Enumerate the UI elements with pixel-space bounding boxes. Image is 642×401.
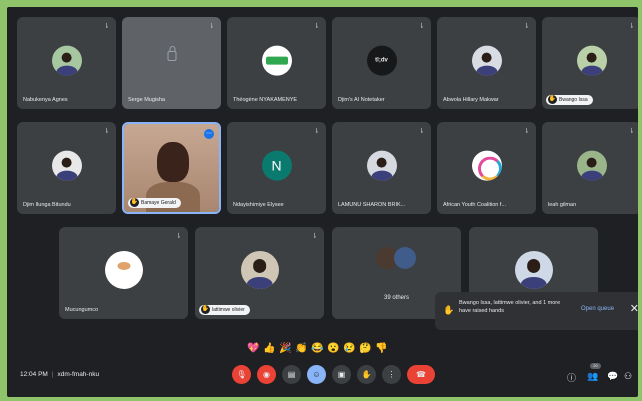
- microphone-toggle-icon[interactable]: 🎙: [232, 365, 251, 384]
- participant-name: Serge Mugisha: [128, 97, 165, 103]
- raised-hand-name-pill: ✋ Bamaye Gerald: [128, 198, 181, 208]
- mic-icon: ⇂: [175, 233, 182, 240]
- speaking-indicator-icon: ⋯: [204, 129, 214, 139]
- participant-tile-video[interactable]: ⋯ ✋ Bamaye Gerald: [122, 122, 221, 214]
- avatar: [240, 250, 279, 289]
- participant-name: LAMUNU SHARON BRIK...: [338, 202, 406, 208]
- meet-window: ⇂ Nabukenya Agnes ⇂ Serge Mugisha ⇂ Théo…: [7, 7, 638, 397]
- reaction-surprised-icon[interactable]: 😮: [327, 343, 339, 355]
- meeting-time: 12:04 PM: [20, 371, 48, 378]
- reaction-clap-icon[interactable]: 👏: [295, 343, 307, 355]
- lock-icon: [167, 45, 176, 61]
- participant-count-badge: 20: [590, 363, 601, 369]
- avatar: [51, 150, 82, 181]
- avatar: [471, 150, 502, 181]
- avatar: [104, 250, 143, 289]
- raised-hand-icon: ✋: [201, 305, 210, 314]
- participant-tile[interactable]: ⇂ leah gilman: [542, 122, 638, 214]
- avatar: [576, 45, 607, 76]
- participant-tile[interactable]: ⇂ Serge Mugisha: [122, 17, 221, 109]
- activities-icon[interactable]: ⚇: [624, 371, 632, 382]
- mic-icon: ⇂: [313, 128, 320, 135]
- mic-icon: ⇂: [103, 128, 110, 135]
- avatar: [51, 45, 82, 76]
- raised-hand-name-pill: ✋ lattimwe olivier: [199, 305, 250, 315]
- avatar: [261, 45, 292, 76]
- emoji-icon[interactable]: ☺: [307, 365, 326, 384]
- reaction-heart-icon[interactable]: 💖: [247, 343, 259, 355]
- mic-icon: ⇂: [313, 23, 320, 30]
- participant-name: Mucungumco: [65, 307, 99, 313]
- mic-icon: ⇂: [628, 128, 635, 135]
- reactions-bar: 💖 👍 🎉 👏 😂 😮 😢 🤔 👎: [247, 343, 387, 355]
- avatar: [514, 250, 553, 289]
- leave-call-icon[interactable]: ☎: [407, 365, 435, 384]
- participant-tile[interactable]: ⇂ ✋ Bwango Issa: [542, 17, 638, 109]
- mic-icon: ⇂: [628, 23, 635, 30]
- participant-tile[interactable]: ⇂ Djim Ilunga Bitundu: [17, 122, 116, 214]
- people-icon[interactable]: 👥: [587, 371, 598, 382]
- participant-tile[interactable]: ⇂ LAMUNU SHARON BRIK...: [332, 122, 431, 214]
- captions-icon[interactable]: ▤: [282, 365, 301, 384]
- raise-hand-icon[interactable]: ✋: [357, 365, 376, 384]
- mic-icon: ⇂: [208, 23, 215, 30]
- raised-hand-icon: ✋: [130, 198, 139, 207]
- notetaker-logo: tl;dv: [366, 45, 397, 76]
- raised-hands-notification: ✋ Bwango Issa, lattimwe olivier, and 1 m…: [435, 292, 638, 330]
- avatar-initial: N: [261, 150, 292, 181]
- raised-hands-text: Bwango Issa, lattimwe olivier, and 1 mor…: [459, 300, 561, 314]
- reaction-thumbs-up-icon[interactable]: 👍: [263, 343, 275, 355]
- meeting-code: xdm-fmah-nku: [57, 371, 100, 378]
- reaction-thinking-icon[interactable]: 🤔: [359, 343, 371, 355]
- more-options-icon[interactable]: ⋮: [382, 365, 401, 384]
- mic-icon: ⇂: [418, 23, 425, 30]
- mic-icon: ⇂: [418, 128, 425, 135]
- mic-icon: ⇂: [103, 23, 110, 30]
- raised-hand-icon: ✋: [443, 305, 455, 315]
- camera-toggle-icon[interactable]: ◉: [257, 365, 276, 384]
- participant-name: African Youth Coalition f...: [443, 202, 506, 208]
- raised-hand-name-pill: ✋ Bwango Issa: [546, 95, 593, 105]
- avatar: [471, 45, 502, 76]
- reaction-party-icon[interactable]: 🎉: [279, 343, 291, 355]
- avatar: [366, 150, 397, 181]
- participant-name: Ndayishimiye Elysee: [233, 202, 284, 208]
- participant-name: Théogène NYAKAMENYE: [233, 97, 298, 103]
- chat-icon[interactable]: 💬: [607, 371, 618, 382]
- raised-hand-icon: ✋: [548, 95, 557, 104]
- reaction-laugh-icon[interactable]: 😂: [311, 343, 323, 355]
- participant-tile[interactable]: ⇂ N Ndayishimiye Elysee: [227, 122, 326, 214]
- participant-name: Nabukenya Agnes: [23, 97, 68, 103]
- participant-name: Abwola Hillary Makwar: [443, 97, 499, 103]
- open-queue-button[interactable]: Open queue: [581, 306, 614, 312]
- participant-tile[interactable]: ⇂ Théogène NYAKAMENYE: [227, 17, 326, 109]
- avatar: [394, 247, 416, 269]
- participant-tile[interactable]: ⇂ African Youth Coalition f...: [437, 122, 536, 214]
- participant-tile[interactable]: ⇂ Mucungumco: [59, 227, 188, 319]
- mic-icon: ⇂: [523, 128, 530, 135]
- participant-tile[interactable]: ⇂ Nabukenya Agnes: [17, 17, 116, 109]
- close-icon[interactable]: ✕: [630, 302, 638, 315]
- mic-icon: ⇂: [311, 233, 318, 240]
- info-icon[interactable]: ⓘ: [567, 371, 576, 384]
- participant-name: leah gilman: [548, 202, 577, 208]
- participant-tile[interactable]: ⇂ Abwola Hillary Makwar: [437, 17, 536, 109]
- participant-name: Djim Ilunga Bitundu: [23, 202, 71, 208]
- meeting-info: 12:04 PM | xdm-fmah-nku: [20, 371, 100, 378]
- present-screen-icon[interactable]: ▣: [332, 365, 351, 384]
- participant-tile[interactable]: ⇂ ✋ lattimwe olivier: [195, 227, 324, 319]
- participant-name: Djim's AI Notetaker: [338, 97, 385, 103]
- reaction-sad-icon[interactable]: 😢: [343, 343, 355, 355]
- reaction-thumbs-down-icon[interactable]: 👎: [375, 343, 387, 355]
- bottom-toolbar: 12:04 PM | xdm-fmah-nku 🎙 ◉ ▤ ☺ ▣ ✋ ⋮ ☎ ⓘ …: [7, 357, 638, 397]
- mic-icon: ⇂: [523, 23, 530, 30]
- avatar: [576, 150, 607, 181]
- participant-tile[interactable]: ⇂ tl;dv Djim's AI Notetaker: [332, 17, 431, 109]
